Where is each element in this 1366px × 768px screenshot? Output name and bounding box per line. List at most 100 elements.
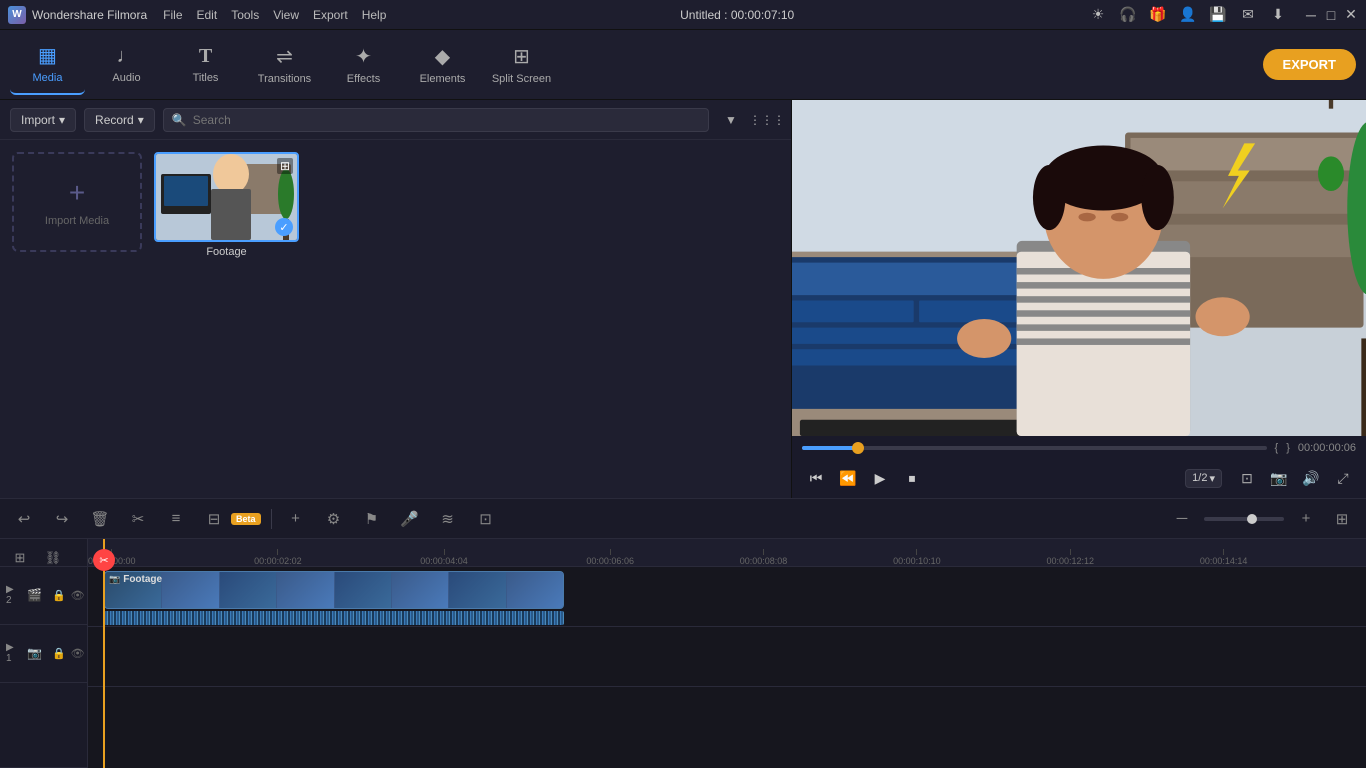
- toolbar-transitions[interactable]: ⇌ Transitions: [247, 35, 322, 95]
- titles-label: Titles: [193, 72, 219, 84]
- progress-track[interactable]: [802, 446, 1267, 450]
- zoom-out-button[interactable]: ─: [1168, 505, 1196, 533]
- skip-to-start-button[interactable]: ⏮: [802, 464, 830, 492]
- close-button[interactable]: ✕: [1344, 8, 1358, 22]
- pip-button[interactable]: ⊡: [472, 505, 500, 533]
- main-content: Import ▾ Record ▾ 🔍 ▼ ⋮⋮⋮ + Import Media: [0, 100, 1366, 498]
- title-bar-left: W Wondershare Filmora File Edit Tools Vi…: [8, 6, 386, 24]
- adjust-button[interactable]: ≡: [162, 505, 190, 533]
- play-button[interactable]: ▶: [866, 464, 894, 492]
- record-chevron-icon: ▾: [138, 113, 144, 127]
- speed-selector[interactable]: 1/2 ▾: [1185, 469, 1222, 488]
- step-back-button[interactable]: ⏪: [834, 464, 862, 492]
- progress-thumb[interactable]: [852, 442, 864, 454]
- menu-view[interactable]: View: [273, 8, 299, 22]
- ruler-spacer: ⊞ ⛓: [0, 539, 87, 567]
- ruler-tick-2: 00:00:04:04: [420, 549, 468, 566]
- search-icon: 🔍: [172, 113, 187, 127]
- playhead-scissors-icon: ✂: [93, 549, 115, 571]
- menu-export[interactable]: Export: [313, 8, 348, 22]
- logo-letter: W: [12, 9, 21, 20]
- split-screen-label: Split Screen: [492, 73, 551, 85]
- import-media-label: Import Media: [45, 215, 109, 227]
- toolbar-titles[interactable]: T Titles: [168, 35, 243, 95]
- voice-button[interactable]: 🎤: [396, 505, 424, 533]
- import-dropdown[interactable]: Import ▾: [10, 108, 76, 132]
- toolbar: ▦ Media ♩ Audio T Titles ⇌ Transitions ✦…: [0, 30, 1366, 100]
- minimize-button[interactable]: ─: [1304, 8, 1318, 22]
- volume-icon[interactable]: 🔊: [1298, 465, 1324, 491]
- beta-badge: Beta: [231, 513, 261, 525]
- track-lock-button-2[interactable]: 🔒: [52, 587, 66, 603]
- headphones-icon[interactable]: 🎧: [1118, 5, 1138, 25]
- toolbar-media[interactable]: ▦ Media: [10, 35, 85, 95]
- gift-icon[interactable]: 🎁: [1148, 5, 1168, 25]
- expand-icon[interactable]: ⤢: [1330, 465, 1356, 491]
- record-dropdown[interactable]: Record ▾: [84, 108, 155, 132]
- audio-adjust-button[interactable]: ≋: [434, 505, 462, 533]
- export-button[interactable]: EXPORT: [1263, 49, 1356, 80]
- ruler-tick-6: 00:00:12:12: [1047, 549, 1095, 566]
- menu-edit[interactable]: Edit: [197, 8, 218, 22]
- track-type-icon-1: 📷: [27, 646, 42, 660]
- footage-media-item[interactable]: ⊞ ✓ Footage: [154, 152, 299, 258]
- audio-icon: ♩: [117, 45, 137, 68]
- search-input[interactable]: [193, 113, 700, 127]
- beta-tool-button[interactable]: ⊟: [200, 505, 228, 533]
- media-panel: Import ▾ Record ▾ 🔍 ▼ ⋮⋮⋮ + Import Media: [0, 100, 792, 498]
- mail-icon[interactable]: ✉: [1238, 5, 1258, 25]
- footage-clip[interactable]: 📷 Footage: [104, 571, 564, 609]
- preview-scene: [792, 100, 1366, 436]
- timeline-tracks: 00:00:00:00 00:00:02:02 00:00:04:04 00:0…: [88, 539, 1366, 768]
- stop-button[interactable]: ⏹: [898, 464, 926, 492]
- track-row-2: 📷 Footage: [88, 567, 1366, 627]
- playhead[interactable]: ✂: [103, 539, 105, 768]
- playback-controls: ⏮ ⏪ ▶ ⏹ 1/2 ▾ ⊡ 📷 🔊 ⤢: [802, 460, 1356, 498]
- menu-help[interactable]: Help: [362, 8, 387, 22]
- track-header-1: ▶ 1 📷 🔒 👁: [0, 625, 87, 683]
- preview-extra-controls: ⊡ 📷 🔊 ⤢: [1234, 465, 1356, 491]
- track-visibility-button-1[interactable]: 👁: [71, 645, 85, 661]
- toolbar-audio[interactable]: ♩ Audio: [89, 35, 164, 95]
- fit-timeline-button[interactable]: ⊞: [1328, 505, 1356, 533]
- footage-clip-label: 📷 Footage: [109, 574, 162, 585]
- undo-button[interactable]: ↩: [10, 505, 38, 533]
- sun-icon[interactable]: ☀: [1088, 5, 1108, 25]
- menu-file[interactable]: File: [163, 8, 182, 22]
- timeline-settings-button[interactable]: ⚑: [358, 505, 386, 533]
- toolbar-effects[interactable]: ✦ Effects: [326, 35, 401, 95]
- redo-button[interactable]: ↪: [48, 505, 76, 533]
- elements-label: Elements: [420, 73, 466, 85]
- track-num-2: ▶ 2: [6, 584, 22, 606]
- timeline-area: ↩ ↪ 🗑 ✂ ≡ ⊟ Beta + ⚙ ⚑ 🎤 ≋ ⊡ ─ + ⊞: [0, 498, 1366, 768]
- snap-button[interactable]: ⚙: [320, 505, 348, 533]
- import-media-placeholder[interactable]: + Import Media: [12, 152, 142, 252]
- footage-frame-1: 📷 Footage: [105, 572, 161, 608]
- zoom-in-button[interactable]: +: [1292, 505, 1320, 533]
- track-visibility-button-2[interactable]: 👁: [71, 587, 85, 603]
- maximize-button[interactable]: □: [1324, 8, 1338, 22]
- track-lock-button-1[interactable]: 🔒: [52, 645, 66, 661]
- import-plus-icon: +: [69, 177, 85, 209]
- download-icon[interactable]: ⬇: [1268, 5, 1288, 25]
- menu-tools[interactable]: Tools: [231, 8, 259, 22]
- screenshot-icon[interactable]: 📷: [1266, 465, 1292, 491]
- filter-icon[interactable]: ▼: [717, 106, 745, 134]
- footage-frame-5: [335, 572, 391, 608]
- preview-timeline-bar: { } 00:00:00:06: [802, 436, 1356, 460]
- full-screen-preview-icon[interactable]: ⊡: [1234, 465, 1260, 491]
- track-row-1: [88, 627, 1366, 687]
- save-icon[interactable]: 💾: [1208, 5, 1228, 25]
- zoom-slider[interactable]: [1204, 517, 1284, 521]
- progress-fill: [802, 446, 858, 450]
- grid-view-icon[interactable]: ⋮⋮⋮: [753, 106, 781, 134]
- delete-button[interactable]: 🗑: [86, 505, 114, 533]
- toolbar-split-screen[interactable]: ⊞ Split Screen: [484, 35, 559, 95]
- add-track-button[interactable]: +: [282, 505, 310, 533]
- user-icon[interactable]: 👤: [1178, 5, 1198, 25]
- timeline-ruler: 00:00:00:00 00:00:02:02 00:00:04:04 00:0…: [88, 539, 1366, 567]
- zoom-slider-control: [1204, 517, 1284, 521]
- cut-button[interactable]: ✂: [124, 505, 152, 533]
- app-logo: W: [8, 6, 26, 24]
- toolbar-elements[interactable]: ◆ Elements: [405, 35, 480, 95]
